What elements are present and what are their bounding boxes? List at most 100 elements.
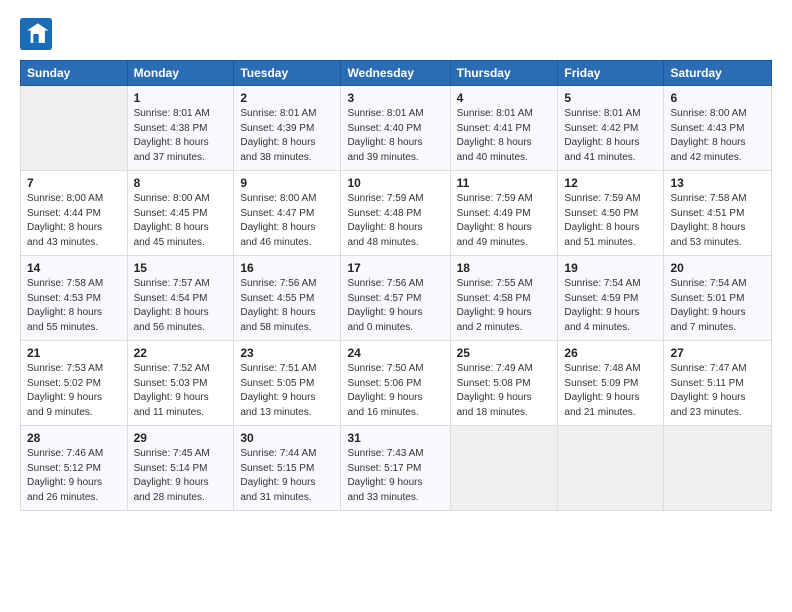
day-info: Sunrise: 8:00 AM Sunset: 4:47 PM Dayligh… — [240, 192, 334, 250]
calendar-body: 1 Sunrise: 8:01 AM Sunset: 4:38 PM Daylig… — [21, 86, 772, 511]
day-cell — [558, 426, 664, 511]
day-info: Sunrise: 7:43 AM Sunset: 5:17 PM Dayligh… — [347, 447, 443, 505]
day-info: Sunrise: 7:46 AM Sunset: 5:12 PM Dayligh… — [27, 447, 121, 505]
header-row: SundayMondayTuesdayWednesdayThursdayFrid… — [21, 61, 772, 86]
day-number: 9 — [240, 176, 334, 190]
day-cell: 2 Sunrise: 8:01 AM Sunset: 4:39 PM Daylig… — [234, 86, 341, 171]
header-cell-sunday: Sunday — [21, 61, 128, 86]
day-info: Sunrise: 8:01 AM Sunset: 4:40 PM Dayligh… — [347, 107, 443, 165]
day-cell: 5 Sunrise: 8:01 AM Sunset: 4:42 PM Daylig… — [558, 86, 664, 171]
day-cell: 10 Sunrise: 7:59 AM Sunset: 4:48 PM Dayli… — [341, 171, 450, 256]
day-cell: 15 Sunrise: 7:57 AM Sunset: 4:54 PM Dayli… — [127, 256, 234, 341]
header-cell-thursday: Thursday — [450, 61, 558, 86]
logo-icon — [20, 18, 52, 50]
day-cell: 25 Sunrise: 7:49 AM Sunset: 5:08 PM Dayli… — [450, 341, 558, 426]
day-number: 26 — [564, 346, 657, 360]
day-cell: 27Sunrise: 7:47 AM Sunset: 5:11 PM Dayli… — [664, 341, 772, 426]
day-info: Sunrise: 7:58 AM Sunset: 4:51 PM Dayligh… — [670, 192, 765, 250]
day-number: 29 — [134, 431, 228, 445]
day-info: Sunrise: 8:01 AM Sunset: 4:42 PM Dayligh… — [564, 107, 657, 165]
day-cell: 29Sunrise: 7:45 AM Sunset: 5:14 PM Dayli… — [127, 426, 234, 511]
day-cell: 7 Sunrise: 8:00 AM Sunset: 4:44 PM Daylig… — [21, 171, 128, 256]
day-number: 24 — [347, 346, 443, 360]
week-row-4: 21Sunrise: 7:53 AM Sunset: 5:02 PM Dayli… — [21, 341, 772, 426]
day-info: Sunrise: 7:56 AM Sunset: 4:55 PM Dayligh… — [240, 277, 334, 335]
day-info: Sunrise: 8:00 AM Sunset: 4:44 PM Dayligh… — [27, 192, 121, 250]
day-cell: 4Sunrise: 8:01 AM Sunset: 4:41 PM Daylig… — [450, 86, 558, 171]
week-row-2: 7 Sunrise: 8:00 AM Sunset: 4:44 PM Daylig… — [21, 171, 772, 256]
day-number: 8 — [134, 176, 228, 190]
day-number: 1 — [134, 91, 228, 105]
day-number: 10 — [347, 176, 443, 190]
week-row-3: 14 Sunrise: 7:58 AM Sunset: 4:53 PM Dayli… — [21, 256, 772, 341]
day-info: Sunrise: 7:59 AM Sunset: 4:48 PM Dayligh… — [347, 192, 443, 250]
day-cell: 16 Sunrise: 7:56 AM Sunset: 4:55 PM Dayli… — [234, 256, 341, 341]
day-cell: 3 Sunrise: 8:01 AM Sunset: 4:40 PM Daylig… — [341, 86, 450, 171]
day-cell: 8 Sunrise: 8:00 AM Sunset: 4:45 PM Daylig… — [127, 171, 234, 256]
day-number: 16 — [240, 261, 334, 275]
header-cell-wednesday: Wednesday — [341, 61, 450, 86]
day-cell: 13Sunrise: 7:58 AM Sunset: 4:51 PM Dayli… — [664, 171, 772, 256]
day-number: 20 — [670, 261, 765, 275]
day-number: 18 — [457, 261, 552, 275]
header-cell-monday: Monday — [127, 61, 234, 86]
day-number: 2 — [240, 91, 334, 105]
day-cell: 28 Sunrise: 7:46 AM Sunset: 5:12 PM Dayli… — [21, 426, 128, 511]
day-number: 25 — [457, 346, 552, 360]
day-number: 14 — [27, 261, 121, 275]
day-cell: 21Sunrise: 7:53 AM Sunset: 5:02 PM Dayli… — [21, 341, 128, 426]
day-cell: 9 Sunrise: 8:00 AM Sunset: 4:47 PM Daylig… — [234, 171, 341, 256]
day-number: 11 — [457, 176, 552, 190]
page: SundayMondayTuesdayWednesdayThursdayFrid… — [0, 0, 792, 612]
day-info: Sunrise: 7:51 AM Sunset: 5:05 PM Dayligh… — [240, 362, 334, 420]
day-info: Sunrise: 7:44 AM Sunset: 5:15 PM Dayligh… — [240, 447, 334, 505]
day-info: Sunrise: 7:53 AM Sunset: 5:02 PM Dayligh… — [27, 362, 121, 420]
day-number: 28 — [27, 431, 121, 445]
header-cell-saturday: Saturday — [664, 61, 772, 86]
day-number: 5 — [564, 91, 657, 105]
day-number: 17 — [347, 261, 443, 275]
day-info: Sunrise: 7:57 AM Sunset: 4:54 PM Dayligh… — [134, 277, 228, 335]
day-info: Sunrise: 7:54 AM Sunset: 4:59 PM Dayligh… — [564, 277, 657, 335]
day-number: 6 — [670, 91, 765, 105]
day-cell: 24 Sunrise: 7:50 AM Sunset: 5:06 PM Dayli… — [341, 341, 450, 426]
day-cell: 6 Sunrise: 8:00 AM Sunset: 4:43 PM Daylig… — [664, 86, 772, 171]
day-number: 30 — [240, 431, 334, 445]
day-info: Sunrise: 7:52 AM Sunset: 5:03 PM Dayligh… — [134, 362, 228, 420]
day-cell: 11 Sunrise: 7:59 AM Sunset: 4:49 PM Dayli… — [450, 171, 558, 256]
header-cell-friday: Friday — [558, 61, 664, 86]
day-info: Sunrise: 8:00 AM Sunset: 4:45 PM Dayligh… — [134, 192, 228, 250]
day-info: Sunrise: 7:48 AM Sunset: 5:09 PM Dayligh… — [564, 362, 657, 420]
header — [20, 18, 772, 50]
calendar-header: SundayMondayTuesdayWednesdayThursdayFrid… — [21, 61, 772, 86]
week-row-1: 1 Sunrise: 8:01 AM Sunset: 4:38 PM Daylig… — [21, 86, 772, 171]
day-cell: 26 Sunrise: 7:48 AM Sunset: 5:09 PM Dayli… — [558, 341, 664, 426]
day-number: 12 — [564, 176, 657, 190]
day-info: Sunrise: 7:58 AM Sunset: 4:53 PM Dayligh… — [27, 277, 121, 335]
day-info: Sunrise: 8:00 AM Sunset: 4:43 PM Dayligh… — [670, 107, 765, 165]
day-cell: 1 Sunrise: 8:01 AM Sunset: 4:38 PM Daylig… — [127, 86, 234, 171]
day-info: Sunrise: 7:59 AM Sunset: 4:49 PM Dayligh… — [457, 192, 552, 250]
logo — [20, 18, 56, 50]
day-number: 3 — [347, 91, 443, 105]
week-row-5: 28 Sunrise: 7:46 AM Sunset: 5:12 PM Dayli… — [21, 426, 772, 511]
day-number: 15 — [134, 261, 228, 275]
day-cell — [664, 426, 772, 511]
day-info: Sunrise: 8:01 AM Sunset: 4:38 PM Dayligh… — [134, 107, 228, 165]
day-number: 22 — [134, 346, 228, 360]
day-cell: 31Sunrise: 7:43 AM Sunset: 5:17 PM Dayli… — [341, 426, 450, 511]
day-number: 19 — [564, 261, 657, 275]
header-cell-tuesday: Tuesday — [234, 61, 341, 86]
day-cell: 12Sunrise: 7:59 AM Sunset: 4:50 PM Dayli… — [558, 171, 664, 256]
day-info: Sunrise: 7:50 AM Sunset: 5:06 PM Dayligh… — [347, 362, 443, 420]
day-cell: 19 Sunrise: 7:54 AM Sunset: 4:59 PM Dayli… — [558, 256, 664, 341]
day-info: Sunrise: 7:55 AM Sunset: 4:58 PM Dayligh… — [457, 277, 552, 335]
day-number: 7 — [27, 176, 121, 190]
day-info: Sunrise: 8:01 AM Sunset: 4:39 PM Dayligh… — [240, 107, 334, 165]
day-info: Sunrise: 7:56 AM Sunset: 4:57 PM Dayligh… — [347, 277, 443, 335]
day-cell: 22 Sunrise: 7:52 AM Sunset: 5:03 PM Dayli… — [127, 341, 234, 426]
day-info: Sunrise: 7:49 AM Sunset: 5:08 PM Dayligh… — [457, 362, 552, 420]
day-number: 27 — [670, 346, 765, 360]
day-info: Sunrise: 7:54 AM Sunset: 5:01 PM Dayligh… — [670, 277, 765, 335]
day-cell: 23Sunrise: 7:51 AM Sunset: 5:05 PM Dayli… — [234, 341, 341, 426]
